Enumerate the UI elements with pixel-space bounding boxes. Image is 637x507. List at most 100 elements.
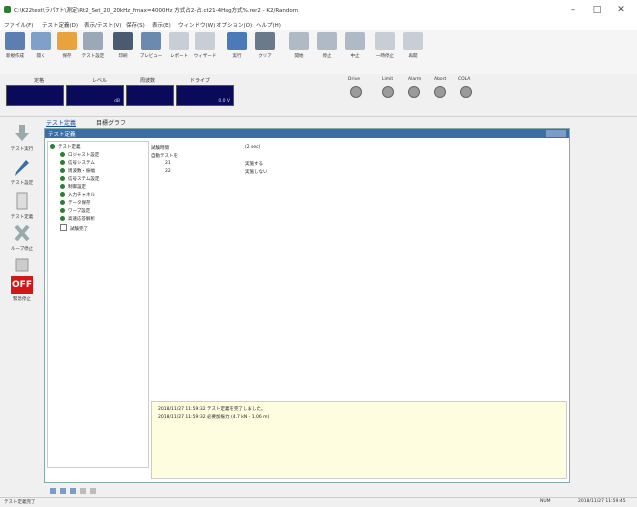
close-button[interactable]: ✕ — [608, 3, 634, 17]
level-display: dB — [66, 85, 124, 106]
led-drive-icon — [350, 86, 362, 98]
tree-item[interactable]: 信号ステム設定 — [60, 176, 99, 182]
tree-item[interactable]: 入力チャネル — [60, 192, 95, 198]
stop-icon — [345, 32, 365, 50]
title-bar: C:\K22test\ラパ7ト\測定\Rt2_Set_20_20kHz_fmax… — [0, 0, 637, 20]
clear-icon — [255, 32, 275, 50]
log-line: 2018/11/27 11:59:32 必要加振力 (4.7 kN - 1.06… — [158, 415, 270, 420]
tree-node-icon — [50, 144, 55, 149]
panel-header: テスト定義 — [45, 129, 569, 138]
tree-item[interactable]: 高速応答解析 — [60, 216, 95, 222]
led-limit-icon — [382, 86, 394, 98]
tree-item[interactable]: ワープ設定 — [60, 208, 90, 214]
menu-display[interactable]: 表示(E) — [152, 21, 171, 29]
menu-window[interactable]: ウィンドウ(W) — [178, 21, 215, 29]
grid-icon[interactable] — [50, 488, 56, 494]
info-area: 試験時間 (2 sec) 自動テストを 21 実施する 22 実施しない — [151, 141, 565, 401]
tree-node-icon — [60, 160, 65, 165]
panel-title: テスト定義 — [48, 132, 76, 138]
log-icon — [15, 258, 29, 272]
tree-item[interactable]: 試験完了 — [60, 224, 88, 232]
open-button[interactable]: 開く — [28, 32, 54, 64]
document-icon — [16, 192, 28, 210]
tab-bar: テスト定義 目標グラフ — [44, 118, 304, 128]
rewind-icon — [317, 32, 337, 50]
led-abort-icon — [434, 86, 446, 98]
save-button[interactable]: 保存 — [54, 32, 80, 64]
preview-icon — [141, 32, 161, 50]
info-value: 実施しない — [245, 170, 268, 175]
app-icon — [4, 6, 11, 13]
emergency-off-button[interactable]: OFF 緊急停止 — [4, 276, 40, 302]
tree-item[interactable]: データ保存 — [60, 200, 91, 206]
tab-target-graph[interactable]: 目標グラフ — [96, 118, 126, 127]
tree-node-icon — [60, 152, 65, 157]
led-label-abort: Abort — [434, 77, 447, 82]
window-title: C:\K22test\ラパ7ト\測定\Rt2_Set_20_20kHz_fmax… — [14, 8, 299, 14]
rewind-button[interactable]: 停止 — [314, 32, 340, 64]
stop-button[interactable]: 中止 — [342, 32, 368, 64]
tree-node-icon — [60, 192, 65, 197]
menu-save[interactable]: 保存(S) — [126, 21, 145, 29]
main-panel: テスト定義 テスト定義 ロジャスト設定 信号システム 周波数・振幅 信号ステム設… — [44, 128, 570, 483]
test-setup-icon — [83, 32, 103, 50]
maximize-button[interactable]: □ — [584, 3, 610, 17]
tree-root[interactable]: テスト定義 — [50, 144, 81, 150]
status-panel: 定格 レベル 周波数 ドライブ dB 0.0 V Drive Limit Ala… — [0, 74, 637, 117]
run-arrow-icon — [15, 125, 29, 141]
panel-close-button[interactable] — [546, 130, 566, 137]
table-icon[interactable] — [69, 488, 76, 494]
minimize-button[interactable]: – — [560, 3, 586, 17]
checkbox-icon — [60, 224, 67, 231]
freq-display — [126, 85, 174, 106]
play-button[interactable]: 開始 — [286, 32, 312, 64]
menu-test[interactable]: テスト定義(D) — [42, 21, 78, 29]
test-setup-tool[interactable]: テスト設定 — [4, 158, 40, 186]
clear-button[interactable]: クリア — [252, 32, 278, 64]
led-label-limit: Limit — [382, 77, 394, 82]
tree-item[interactable]: 信号システム — [60, 160, 95, 166]
menu-file[interactable]: ファイル(F) — [4, 21, 33, 29]
report-button[interactable]: レポート — [166, 32, 192, 64]
menu-help[interactable]: ヘルプ(H) — [256, 21, 281, 29]
test-setup-button[interactable]: テスト設定 — [80, 32, 106, 64]
resume-button[interactable]: 再開 — [400, 32, 426, 64]
log-tool[interactable] — [4, 256, 40, 276]
drive-display: 0.0 V — [176, 85, 234, 106]
preview-button[interactable]: プレビュー — [138, 32, 164, 64]
tree-node-icon — [60, 168, 65, 173]
led-cola-icon — [460, 86, 472, 98]
num-indicator: NUM — [540, 499, 551, 504]
tree-item[interactable]: ロジャスト設定 — [60, 152, 99, 158]
test-definition-tool[interactable]: テスト定義 — [4, 192, 40, 220]
list-icon[interactable] — [59, 488, 66, 494]
cross-icon — [14, 224, 30, 242]
tree-node-icon — [60, 208, 65, 213]
datetime: 2018/11/27 11:59:45 — [578, 499, 626, 504]
led-alarm-icon — [408, 86, 420, 98]
test-run-tool[interactable]: テスト実行 — [4, 124, 40, 152]
log-panel: 2018/11/27 11:59:32 テスト定義を完了しました。 2018/1… — [151, 401, 567, 479]
menu-options[interactable]: オプション(O) — [216, 21, 252, 29]
status-label-drive: ドライブ — [190, 78, 211, 84]
tab-test-definition[interactable]: テスト定義 — [46, 118, 76, 127]
menu-view[interactable]: 表示/テスト(V) — [84, 21, 121, 29]
run-button[interactable]: 実行 — [224, 32, 250, 64]
tree-item[interactable]: 制御設定 — [60, 184, 86, 190]
info-key: 自動テストを — [151, 154, 178, 159]
chart-icon[interactable] — [79, 488, 86, 494]
wizard-button[interactable]: ウィザード — [192, 32, 218, 64]
status-label-freq: 周波数 — [140, 78, 156, 84]
loop-stop-tool[interactable]: ループ停止 — [4, 224, 40, 252]
print-button[interactable]: 印刷 — [110, 32, 136, 64]
status-text: テスト定義完了 — [4, 500, 36, 505]
save-icon — [57, 32, 77, 50]
status-label-rating: 定格 — [34, 78, 45, 84]
new-file-button[interactable]: 新規作成 — [2, 32, 28, 64]
tree-item[interactable]: 周波数・振幅 — [60, 168, 95, 174]
export-icon[interactable] — [89, 488, 96, 494]
pause-button[interactable]: 一時停止 — [372, 32, 398, 64]
info-value: 実施する — [245, 162, 263, 167]
definition-tree: テスト定義 ロジャスト設定 信号システム 周波数・振幅 信号ステム設定 制御設定… — [47, 141, 149, 468]
tree-node-icon — [60, 176, 65, 181]
